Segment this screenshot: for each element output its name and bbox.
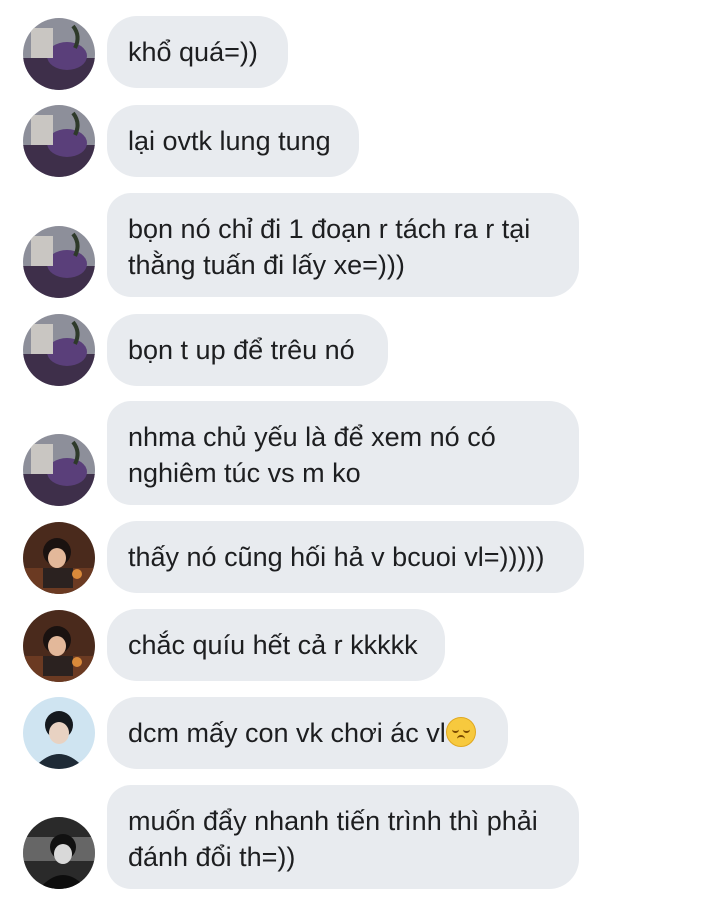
message-text-line: nhma chủ yếu là để xem nó có — [128, 422, 496, 452]
avatar-user-b[interactable] — [23, 610, 95, 682]
avatar-user-a[interactable] — [23, 434, 95, 506]
message-text-line: bọn nó chỉ đi 1 đoạn r tách ra r tại — [128, 214, 531, 244]
pensive-face-icon — [445, 717, 476, 747]
message-bubble[interactable]: muốn đẩy nhanh tiến trình thì phải đánh … — [107, 785, 579, 889]
avatar-user-a[interactable] — [23, 105, 95, 177]
message-text-line: nghiêm túc vs m ko — [128, 458, 361, 488]
avatar-user-b[interactable] — [23, 522, 95, 594]
message-bubble[interactable]: lại ovtk lung tung — [107, 105, 359, 177]
message-text: chắc quíu hết cả r kkkkk — [128, 630, 418, 660]
message-text-line: đánh đổi th=)) — [128, 842, 296, 872]
message-text: dcm mấy con vk chơi ác vl — [128, 718, 446, 748]
message-bubble[interactable]: chắc quíu hết cả r kkkkk — [107, 609, 445, 681]
message-text-line: thằng tuấn đi lấy xe=))) — [128, 250, 405, 280]
avatar-user-a[interactable] — [23, 314, 95, 386]
message-text: lại ovtk lung tung — [128, 126, 331, 156]
message-bubble[interactable]: khổ quá=)) — [107, 16, 288, 88]
message-bubble[interactable]: thấy nó cũng hối hả v bcuoi vl=))))) — [107, 521, 584, 593]
avatar-user-d[interactable] — [23, 817, 95, 889]
message-bubble[interactable]: bọn t up để trêu nó — [107, 314, 388, 386]
message-text-line: muốn đẩy nhanh tiến trình thì phải — [128, 806, 538, 836]
message-text: bọn t up để trêu nó — [128, 335, 355, 365]
avatar-user-c[interactable] — [23, 697, 95, 769]
avatar-user-a[interactable] — [23, 18, 95, 90]
message-bubble[interactable]: bọn nó chỉ đi 1 đoạn r tách ra r tại thằ… — [107, 193, 579, 297]
message-text: thấy nó cũng hối hả v bcuoi vl=))))) — [128, 542, 545, 572]
message-bubble[interactable]: dcm mấy con vk chơi ác vl — [107, 697, 508, 769]
avatar-user-a[interactable] — [23, 226, 95, 298]
message-text: khổ quá=)) — [128, 37, 258, 67]
message-bubble[interactable]: nhma chủ yếu là để xem nó có nghiêm túc … — [107, 401, 579, 505]
